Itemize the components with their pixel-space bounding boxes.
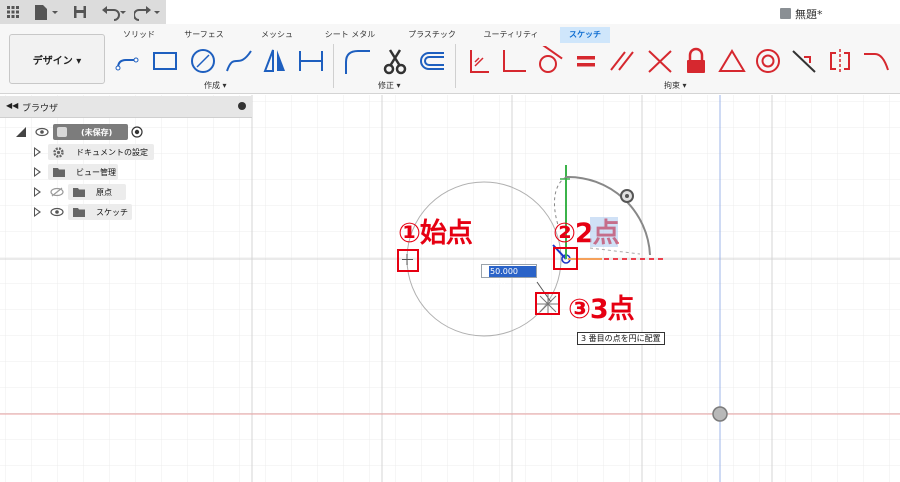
third-point-marker bbox=[535, 292, 560, 315]
folder-icon bbox=[53, 168, 65, 177]
tab-surface[interactable]: サーフェス bbox=[176, 27, 232, 43]
third-point-label: ③3点 bbox=[568, 294, 635, 325]
redo-icon[interactable] bbox=[133, 3, 162, 21]
folder-icon bbox=[73, 188, 85, 197]
expand-icon[interactable] bbox=[34, 147, 41, 157]
modify-group-label[interactable]: 修正 ▾ bbox=[378, 80, 401, 91]
dimension-value[interactable]: 50.000 mm bbox=[489, 266, 536, 287]
tab-utility[interactable]: ユーティリティ bbox=[480, 27, 542, 43]
collinear-icon[interactable] bbox=[645, 46, 675, 76]
ribbon-separator bbox=[455, 44, 456, 88]
gear-icon bbox=[53, 147, 64, 158]
concentric-icon[interactable] bbox=[753, 46, 783, 76]
activate-radio-icon[interactable] bbox=[131, 126, 143, 138]
workspace-switcher-button[interactable]: デザイン ▾ bbox=[9, 34, 105, 84]
curvature-icon[interactable] bbox=[861, 46, 891, 76]
browser-header: ◀◀ ブラウザ bbox=[0, 96, 252, 118]
symmetry-icon[interactable] bbox=[825, 46, 855, 76]
browser-root-row[interactable]: (未保存) bbox=[0, 123, 252, 141]
cube-icon bbox=[780, 8, 791, 19]
document-title: 無題* bbox=[780, 6, 823, 21]
triangle-icon[interactable] bbox=[717, 46, 747, 76]
mirror-triangle-icon[interactable] bbox=[260, 46, 290, 76]
browser-panel: ◀◀ ブラウザ (未保存) ドキュメントの設定 ビュー管理 原点 スケッチ bbox=[0, 96, 258, 224]
browser-item-document-settings[interactable]: ドキュメントの設定 bbox=[0, 143, 252, 161]
file-icon[interactable] bbox=[32, 3, 60, 21]
document-title-text: 無題* bbox=[795, 8, 823, 21]
collapse-panel-icon[interactable]: ◀◀ bbox=[6, 101, 18, 110]
expand-icon[interactable] bbox=[34, 207, 41, 217]
placement-tooltip: 3 番目の点を円に配置 bbox=[577, 332, 665, 345]
root-chip[interactable]: (未保存) bbox=[53, 124, 128, 140]
radius-dimension-input[interactable]: 50.000 mm bbox=[481, 264, 537, 287]
parallel-icon[interactable] bbox=[607, 46, 637, 76]
lock-icon[interactable] bbox=[681, 46, 711, 76]
dimension-icon[interactable] bbox=[296, 46, 326, 76]
rectangle-icon[interactable] bbox=[150, 46, 180, 76]
hidden-eye-icon[interactable] bbox=[50, 186, 64, 198]
save-icon[interactable] bbox=[72, 3, 88, 21]
tangent-icon[interactable] bbox=[533, 42, 563, 76]
panel-options-icon[interactable] bbox=[238, 102, 246, 110]
grid-menu-icon[interactable] bbox=[6, 3, 20, 21]
browser-item-origin[interactable]: 原点 bbox=[0, 183, 252, 201]
equal-icon[interactable] bbox=[571, 46, 601, 76]
tab-solid[interactable]: ソリッド bbox=[116, 27, 162, 43]
ribbon: デザイン ▾ ソリッド サーフェス メッシュ シート メタル プラスチック ユー… bbox=[0, 24, 900, 94]
perpendicular-icon[interactable] bbox=[499, 46, 529, 76]
item-label: 原点 bbox=[96, 188, 112, 197]
tab-sheet-metal[interactable]: シート メタル bbox=[318, 27, 382, 43]
expand-icon[interactable] bbox=[34, 187, 41, 197]
quick-access-toolbar bbox=[0, 0, 166, 24]
trim-scissors-icon[interactable] bbox=[380, 46, 410, 76]
visibility-eye-icon[interactable] bbox=[50, 206, 64, 218]
offset-icon[interactable] bbox=[416, 46, 446, 76]
browser-item-sketches[interactable]: スケッチ bbox=[0, 203, 252, 221]
fix-icon[interactable] bbox=[463, 46, 493, 76]
expand-icon[interactable] bbox=[34, 167, 41, 177]
start-point-label: ①始点 bbox=[398, 218, 473, 249]
second-point-marker bbox=[553, 247, 578, 270]
item-label: スケッチ bbox=[96, 208, 128, 217]
start-point-marker bbox=[397, 249, 419, 272]
create-group-label[interactable]: 作成 ▾ bbox=[204, 80, 227, 91]
item-label: ドキュメントの設定 bbox=[76, 148, 148, 157]
circle-icon[interactable] bbox=[188, 46, 218, 76]
root-label: (未保存) bbox=[81, 128, 113, 137]
browser-title: ブラウザ bbox=[22, 104, 59, 114]
midpoint-icon[interactable] bbox=[789, 46, 819, 76]
folder-icon bbox=[73, 208, 85, 217]
fillet-icon[interactable] bbox=[342, 46, 372, 76]
component-icon bbox=[57, 127, 67, 137]
label-highlight bbox=[590, 217, 618, 247]
spline-icon[interactable] bbox=[224, 46, 254, 76]
tab-plastic[interactable]: プラスチック bbox=[404, 27, 460, 43]
tab-sketch[interactable]: スケッチ bbox=[560, 27, 610, 43]
expand-root-icon[interactable] bbox=[16, 127, 26, 137]
ribbon-separator bbox=[333, 44, 334, 88]
undo-icon[interactable] bbox=[100, 3, 128, 21]
title-bar: 無題* bbox=[0, 0, 900, 24]
visibility-eye-icon[interactable] bbox=[35, 126, 49, 138]
line-icon[interactable] bbox=[114, 46, 144, 76]
browser-item-view-management[interactable]: ビュー管理 bbox=[0, 163, 252, 181]
tab-mesh[interactable]: メッシュ bbox=[252, 27, 302, 43]
constraints-group-label[interactable]: 拘束 ▾ bbox=[664, 80, 687, 91]
item-label: ビュー管理 bbox=[76, 168, 116, 177]
fusion-app-window: 無題* デザイン ▾ ソリッド サーフェス メッシュ シート メタル プラスチッ… bbox=[0, 0, 900, 482]
